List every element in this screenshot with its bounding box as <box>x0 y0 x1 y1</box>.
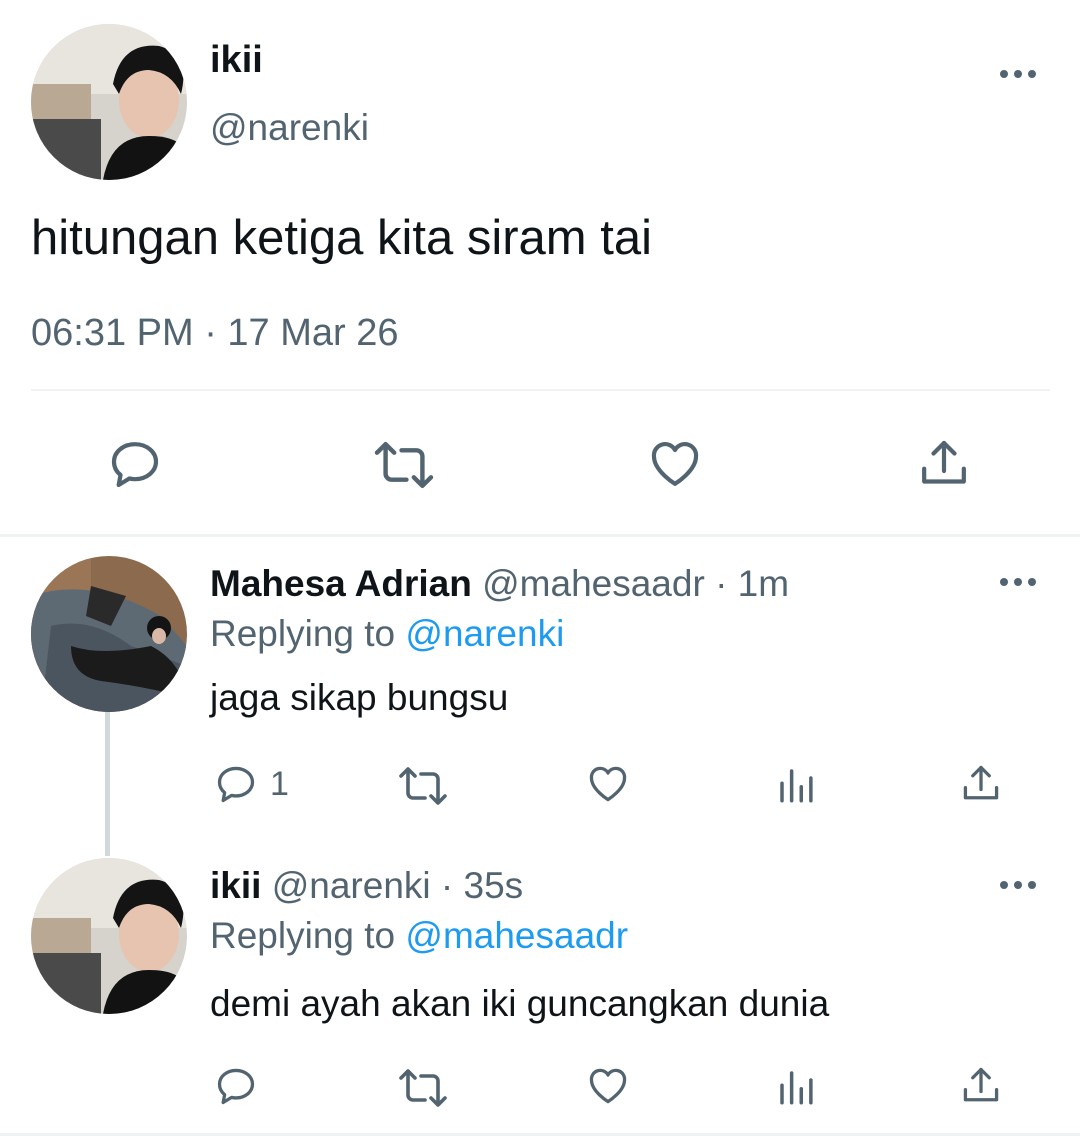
reply-time[interactable]: · 35s <box>441 865 523 906</box>
more-options-icon[interactable] <box>998 877 1038 893</box>
section-divider <box>0 534 1080 537</box>
avatar-photo <box>31 24 187 180</box>
avatar-reply-2[interactable] <box>31 858 187 1014</box>
more-options-icon[interactable] <box>998 66 1038 82</box>
reply-header: ikii @narenki · 35s <box>210 864 523 908</box>
author-name[interactable]: ikii <box>210 38 263 82</box>
replying-to: Replying to @mahesaadr <box>210 914 628 958</box>
reply-icon[interactable] <box>106 436 164 492</box>
reply-icon[interactable] <box>213 762 259 806</box>
reply-author-name[interactable]: ikii <box>210 865 261 906</box>
tweet-timestamp[interactable]: 06:31 PM · 17 Mar 26 <box>31 310 399 356</box>
replying-to-handle[interactable]: @narenki <box>405 613 564 654</box>
retweet-icon[interactable] <box>372 438 436 492</box>
replying-to-handle[interactable]: @mahesaadr <box>405 915 628 956</box>
replying-to-label: Replying to <box>210 915 396 956</box>
author-handle[interactable]: @narenki <box>210 106 369 150</box>
reply-text: jaga sikap bungsu <box>210 677 509 718</box>
reply-header: Mahesa Adrian @mahesaadr · 1m <box>210 562 789 606</box>
replying-to-label: Replying to <box>210 613 396 654</box>
reply-count: 1 <box>270 765 289 803</box>
avatar-reply-1[interactable] <box>31 556 187 712</box>
reply-text: demi ayah akan iki guncangkan dunia <box>210 983 830 1024</box>
retweet-icon[interactable] <box>397 764 449 808</box>
analytics-icon[interactable] <box>775 764 817 806</box>
reply-icon[interactable] <box>213 1064 259 1108</box>
retweet-icon[interactable] <box>397 1066 449 1110</box>
analytics-icon[interactable] <box>775 1066 817 1108</box>
avatar-main[interactable] <box>31 24 187 180</box>
thread-line <box>105 712 110 856</box>
reply-author-name[interactable]: Mahesa Adrian <box>210 563 472 604</box>
reply-time[interactable]: · 1m <box>715 563 789 604</box>
section-divider <box>0 1133 1080 1136</box>
like-icon[interactable] <box>585 762 631 806</box>
divider <box>31 389 1050 391</box>
share-icon[interactable] <box>916 436 972 492</box>
avatar-photo <box>31 556 187 712</box>
reply-author-handle[interactable]: @mahesaadr <box>482 563 705 604</box>
avatar-photo <box>31 858 187 1014</box>
replying-to: Replying to @narenki <box>210 612 564 656</box>
reply-author-handle[interactable]: @narenki <box>272 865 431 906</box>
tweet-text: hitungan ketiga kita siram tai <box>31 211 652 265</box>
more-options-icon[interactable] <box>998 574 1038 590</box>
share-icon[interactable] <box>959 762 1003 806</box>
like-icon[interactable] <box>585 1064 631 1108</box>
share-icon[interactable] <box>959 1064 1003 1108</box>
like-icon[interactable] <box>646 436 704 492</box>
